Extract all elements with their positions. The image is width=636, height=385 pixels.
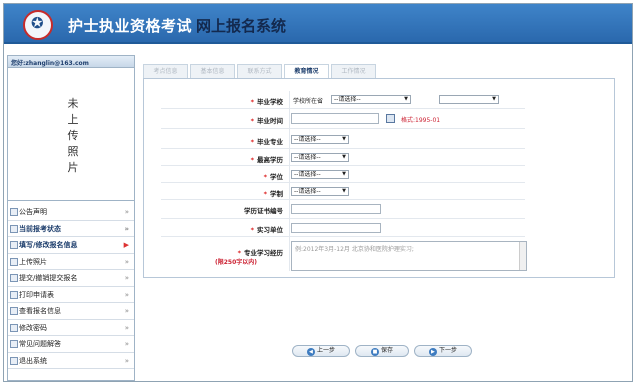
app-title: 护士执业资格考试 [68,17,193,35]
sidebar-item-label: 提交/撤销提交报名 [19,274,78,282]
tab-contact[interactable]: 联系方式 [237,64,282,79]
welcome-text: 您好:zhanglin@163.com [8,56,134,68]
tab-exam-site[interactable]: 考点信息 [143,64,188,79]
sidebar-item-label: 退出系统 [19,356,47,365]
photo-placeholder: 未 上 传 照 片 [8,68,134,201]
duration-label: * 学制 [263,190,283,198]
sidebar-item-logout[interactable]: 退出系统 » [8,353,134,369]
grad-time-input[interactable] [291,113,379,124]
school-select[interactable] [439,95,499,104]
form-row-education: * 最高学历 --请选择-- [161,149,525,166]
sidebar-item-view-info[interactable]: 查看报名信息 » [8,303,134,320]
floppy-icon: ■ [370,348,379,356]
form-row-grad-time: * 毕业时间 格式:1995-01 [161,109,525,129]
form-row-school: * 毕业学校 学校所在省 --请选择-- [161,91,525,109]
sidebar-item-announcement[interactable]: 公告声明 » [8,204,134,221]
form-row-duration: * 学制 --请选择-- [161,183,525,200]
arrow-right-icon: ▶ [428,348,437,356]
chevron-right-icon: » [124,208,129,216]
sidebar-item-faq[interactable]: 常见问题解答 » [8,336,134,353]
textarea-scrollbar[interactable] [519,242,526,270]
chevron-right-icon: » [124,323,129,332]
sidebar-item-label: 上传照片 [19,257,47,266]
sidebar-item-label: 常见问题解答 [19,340,61,348]
sidebar-item-label: 修改密码 [19,323,47,332]
chevron-right-icon: » [124,307,129,315]
document-icon [10,307,18,315]
sidebar-item-print[interactable]: 打印申请表 » [8,287,134,303]
document-icon [10,241,18,249]
duration-select[interactable]: --请选择-- [291,187,349,196]
tab-education[interactable]: 教育情况 [284,64,329,79]
sidebar: 您好:zhanglin@163.com 未 上 传 照 片 公告声明 » 当前报… [7,55,135,381]
sidebar-item-change-password[interactable]: 修改密码 » [8,320,134,336]
study-textarea[interactable]: 例:2012年3月-12月 北京协和医院护理实习; [291,241,527,271]
sidebar-item-label: 当前报考状态 [19,224,61,233]
chevron-right-icon: » [124,274,129,282]
document-icon [10,257,18,266]
study-placeholder: 例:2012年3月-12月 北京协和医院护理实习; [295,246,414,253]
sidebar-item-upload-photo[interactable]: 上传照片 » [8,254,134,270]
document-icon [10,323,18,332]
photo-placeholder-text: 未 上 传 照 片 [67,97,79,174]
document-icon [10,274,18,282]
sidebar-item-label: 打印申请表 [19,290,54,299]
exam-logo-icon: ✪ [23,10,53,40]
form-row-major: * 毕业专业 --请选择-- [161,131,525,149]
sidebar-item-label: 填写/修改报名信息 [19,241,78,249]
school-label: * 毕业学校 [250,98,283,106]
province-label: 学校所在省 [293,98,324,105]
province-select[interactable]: --请选择-- [331,95,411,104]
document-icon [10,356,18,365]
tab-work[interactable]: 工作情况 [331,64,376,79]
chevron-right-icon: » [124,356,129,365]
chevron-right-icon: » [124,290,129,299]
form-row-intern: * 实习单位 [161,219,525,237]
app-window: ✪ 护士执业资格考试 网上报名系统 您好:zhanglin@163.com 未 … [3,3,633,382]
form-row-study: * 专业学习经历 (限250字以内) 例:2012年3月-12月 北京协和医院护理… [161,237,527,275]
sidebar-item-label: 查看报名信息 [19,307,61,315]
prev-step-button[interactable]: ◀ 上一步 [292,345,350,357]
active-arrow-icon: ▶ [123,241,129,249]
sidebar-item-submit[interactable]: 提交/撤销提交报名 » [8,270,134,287]
major-select[interactable]: --请选择-- [291,135,349,144]
tab-basic-info[interactable]: 基本信息 [190,64,235,79]
save-button[interactable]: ■ 保存 [355,345,409,357]
app-subtitle: 网上报名系统 [196,17,287,35]
grad-time-label: * 毕业时间 [250,117,283,125]
cert-no-input[interactable] [291,204,381,214]
header-banner: ✪ 护士执业资格考试 网上报名系统 [4,4,632,44]
major-label: * 毕业专业 [250,138,283,146]
education-label: * 最高学历 [250,156,283,164]
sidebar-menu: 公告声明 » 当前报考状态 » 填写/修改报名信息 ▶ 上传照片 » 提交/撤销… [8,204,134,369]
document-icon [10,290,18,299]
education-form-panel: *毕业学校 学校所在省 --请选择-- *毕业时间 格式:1995-01 *毕业… [143,78,615,278]
document-icon [10,224,18,233]
chevron-right-icon: » [124,340,129,348]
degree-label: * 学位 [263,173,283,181]
document-icon [10,340,18,348]
form-row-degree: * 学位 --请选择-- [161,166,525,183]
sidebar-item-edit-info[interactable]: 填写/修改报名信息 ▶ [8,237,134,254]
sidebar-item-label: 公告声明 [19,208,47,216]
chevron-right-icon: » [124,224,129,233]
chevron-right-icon: » [124,257,129,266]
calendar-icon[interactable] [386,114,395,123]
arrow-left-icon: ◀ [306,348,315,356]
house-icon [10,208,18,216]
study-note: (限250字以内) [215,259,258,266]
sidebar-item-status[interactable]: 当前报考状态 » [8,221,134,237]
study-label: * 专业学习经历 [237,249,283,257]
intern-input[interactable] [291,223,381,233]
next-step-button[interactable]: ▶ 下一步 [414,345,472,357]
intern-label: * 实习单位 [250,226,283,234]
education-select[interactable]: --请选择-- [291,153,349,162]
degree-select[interactable]: --请选择-- [291,170,349,179]
cert-no-label: 学历证书编号 [244,207,283,215]
form-row-cert-no: 学历证书编号 [161,200,525,219]
grad-time-hint: 格式:1995-01 [401,117,441,124]
